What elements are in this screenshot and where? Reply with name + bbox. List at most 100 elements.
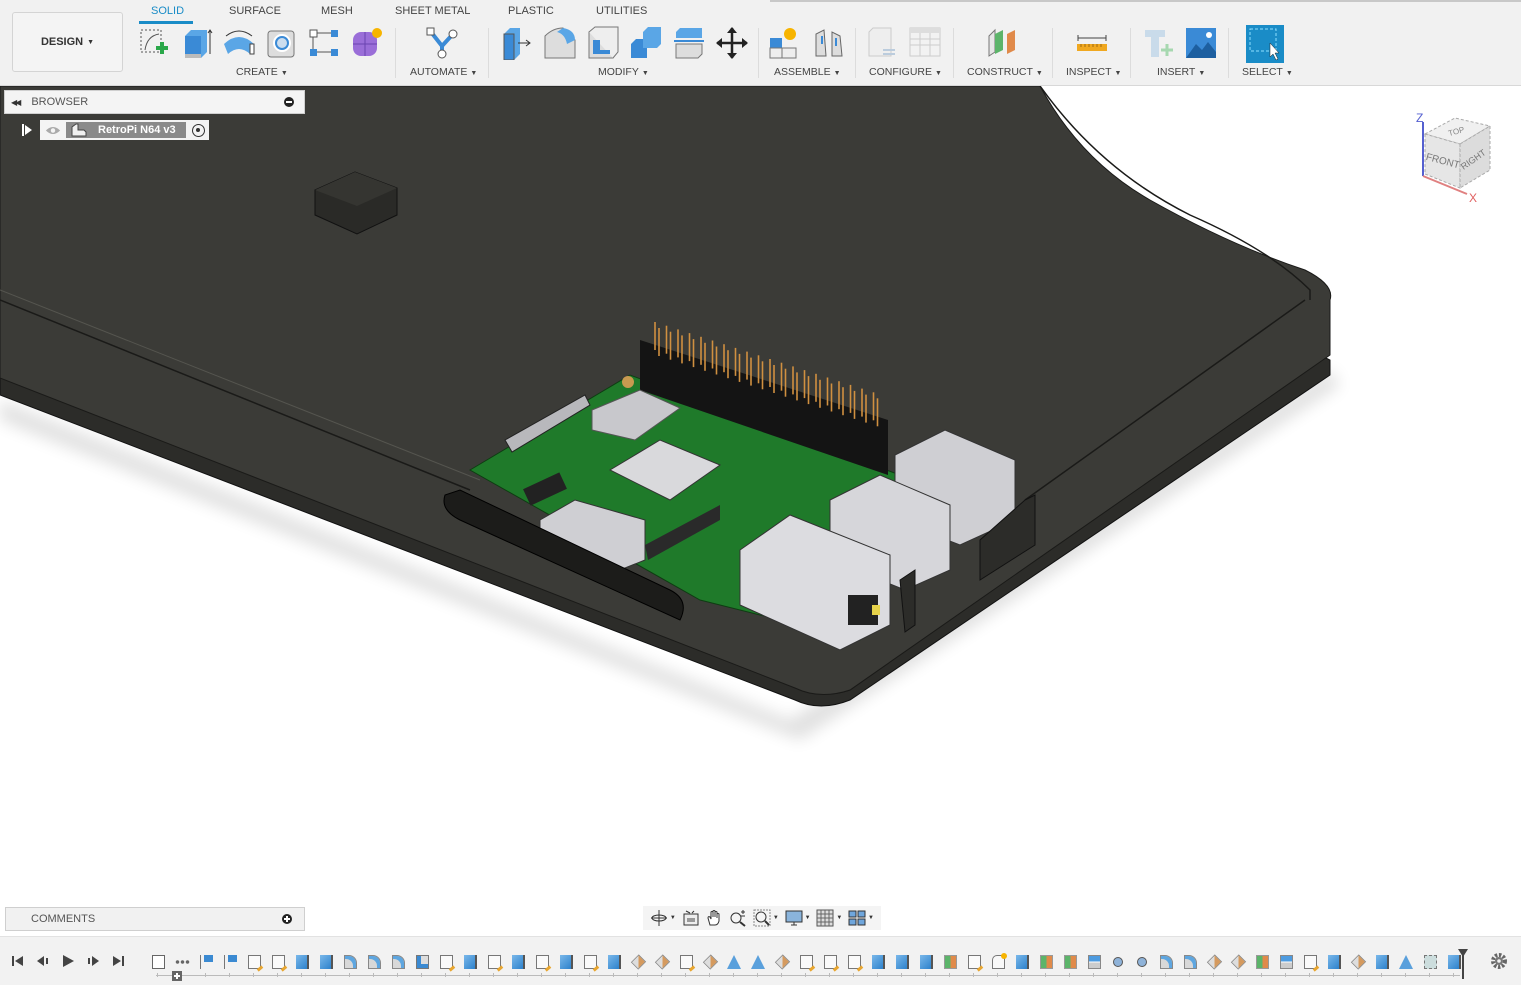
look-at-button[interactable] [682, 908, 700, 928]
timeline-feature-extrude[interactable] [1370, 953, 1394, 977]
insert-mcmaster-button[interactable] [1143, 26, 1177, 60]
fit-button[interactable]: ▼ [753, 908, 779, 928]
timeline-feature-anchor[interactable] [146, 953, 170, 977]
timeline-feature-extrude[interactable] [1010, 953, 1034, 977]
go-to-start-button[interactable] [10, 954, 26, 968]
select-menu[interactable]: SELECT ▼ [1242, 66, 1293, 78]
step-back-button[interactable] [35, 954, 51, 968]
visibility-eye-icon[interactable] [44, 123, 62, 137]
modify-menu[interactable]: MODIFY ▼ [598, 66, 649, 78]
timeline-feature-extrude[interactable] [866, 953, 890, 977]
timeline-feature-chamfer[interactable] [770, 953, 794, 977]
timeline-feature-extrude[interactable] [314, 953, 338, 977]
create-menu[interactable]: CREATE ▼ [236, 66, 288, 78]
configure-menu[interactable]: CONFIGURE ▼ [869, 66, 942, 78]
timeline-settings-gear-icon[interactable] [1490, 952, 1508, 970]
tab-mesh[interactable]: MESH [321, 5, 353, 21]
create-sketch-button[interactable] [137, 26, 171, 60]
select-window-button[interactable] [1246, 25, 1284, 63]
display-settings-button[interactable]: ▼ [785, 908, 811, 928]
automate-button[interactable] [425, 26, 459, 60]
joint-button[interactable] [812, 26, 846, 60]
timeline-feature-extrude[interactable] [290, 953, 314, 977]
collapse-panel-icon[interactable]: ◀◀ [11, 98, 21, 107]
timeline-feature-sketch[interactable] [242, 953, 266, 977]
create-form-button[interactable] [350, 26, 384, 60]
tab-sheet-metal[interactable]: SHEET METAL [395, 5, 470, 21]
timeline-feature-plane[interactable] [1250, 953, 1274, 977]
minimize-panel-button[interactable] [284, 97, 294, 107]
timeline-feature-fillet[interactable] [1178, 953, 1202, 977]
timeline-feature-fillet[interactable] [386, 953, 410, 977]
construct-menu[interactable]: CONSTRUCT ▼ [967, 66, 1043, 78]
timeline-feature-sketch[interactable] [1298, 953, 1322, 977]
zoom-button[interactable] [729, 908, 747, 928]
timeline-feature-fillet[interactable] [338, 953, 362, 977]
tab-surface[interactable]: SURFACE [229, 5, 281, 21]
timeline-marker[interactable] [1458, 949, 1468, 979]
hole-button[interactable] [265, 26, 299, 60]
tab-solid[interactable]: SOLID [151, 5, 184, 21]
timeline-feature-sketch[interactable] [818, 953, 842, 977]
tab-plastic[interactable]: PLASTIC [508, 5, 554, 21]
timeline-feature-extrude[interactable] [1322, 953, 1346, 977]
timeline-feature-chamfer[interactable] [626, 953, 650, 977]
insert-menu[interactable]: INSERT ▼ [1157, 66, 1205, 78]
canvas-viewport[interactable]: TOP FRONT RIGHT Z X [0, 86, 1521, 936]
timeline-feature-draft[interactable] [1394, 953, 1418, 977]
timeline-feature-sketch[interactable] [482, 953, 506, 977]
timeline-feature-sketch[interactable] [530, 953, 554, 977]
timeline-feature-chamfer[interactable] [698, 953, 722, 977]
timeline-feature-fillet[interactable] [362, 953, 386, 977]
timeline-feature-extrude[interactable] [602, 953, 626, 977]
timeline-feature-component[interactable] [986, 953, 1010, 977]
shell-button[interactable] [586, 26, 620, 60]
add-comment-button[interactable] [282, 914, 292, 924]
inspect-menu[interactable]: INSPECT ▼ [1066, 66, 1121, 78]
timeline-feature-extrude[interactable] [554, 953, 578, 977]
timeline-feature-flag[interactable] [218, 953, 242, 977]
timeline-feature-plane[interactable] [1058, 953, 1082, 977]
pattern-button[interactable] [307, 26, 341, 60]
play-button[interactable] [60, 954, 76, 968]
configuration-table-button[interactable] [908, 26, 942, 60]
timeline-feature-sketch[interactable] [434, 953, 458, 977]
browser-item-name[interactable]: RetroPi N64 v3 [66, 122, 186, 138]
workspace-switcher-button[interactable]: DESIGN ▼ [12, 12, 123, 72]
timeline-feature-extrude[interactable] [506, 953, 530, 977]
orbit-button[interactable]: ▼ [650, 908, 676, 928]
timeline-feature-split[interactable] [1274, 953, 1298, 977]
new-component-button[interactable] [768, 26, 802, 60]
combine-button[interactable] [629, 26, 663, 60]
timeline-feature-draft[interactable] [722, 953, 746, 977]
timeline-feature-extrude[interactable] [890, 953, 914, 977]
timeline-feature-chamfer[interactable] [650, 953, 674, 977]
timeline-feature-plane[interactable] [938, 953, 962, 977]
timeline-feature-sketch[interactable] [578, 953, 602, 977]
timeline-feature-chamfer[interactable] [1226, 953, 1250, 977]
expand-group-button[interactable] [172, 971, 182, 981]
timeline-feature-grip[interactable] [170, 953, 194, 977]
grid-snaps-button[interactable]: ▼ [816, 908, 842, 928]
timeline-feature-fillet[interactable] [1154, 953, 1178, 977]
browser-item-root[interactable]: RetroPi N64 v3 [40, 120, 209, 140]
timeline-feature-combine[interactable] [1418, 953, 1442, 977]
viewcube[interactable]: TOP FRONT RIGHT Z X [1405, 104, 1515, 214]
fillet-button[interactable] [543, 26, 577, 60]
go-to-end-button[interactable] [110, 954, 126, 968]
timeline-feature-chamfer[interactable] [1346, 953, 1370, 977]
timeline-feature-split[interactable] [1082, 953, 1106, 977]
timeline-feature-sketch[interactable] [842, 953, 866, 977]
timeline-feature-joint[interactable] [1130, 953, 1154, 977]
configure-design-button[interactable] [865, 26, 899, 60]
offset-plane-button[interactable] [985, 26, 1019, 60]
assemble-menu[interactable]: ASSEMBLE ▼ [774, 66, 841, 78]
pan-button[interactable] [705, 908, 723, 928]
timeline-feature-flag[interactable] [194, 953, 218, 977]
step-forward-button[interactable] [85, 954, 101, 968]
timeline-feature-sketch[interactable] [962, 953, 986, 977]
model-scene[interactable] [0, 86, 1521, 936]
timeline-feature-joint[interactable] [1106, 953, 1130, 977]
split-body-button[interactable] [672, 26, 706, 60]
activate-component-radio[interactable] [191, 123, 205, 137]
